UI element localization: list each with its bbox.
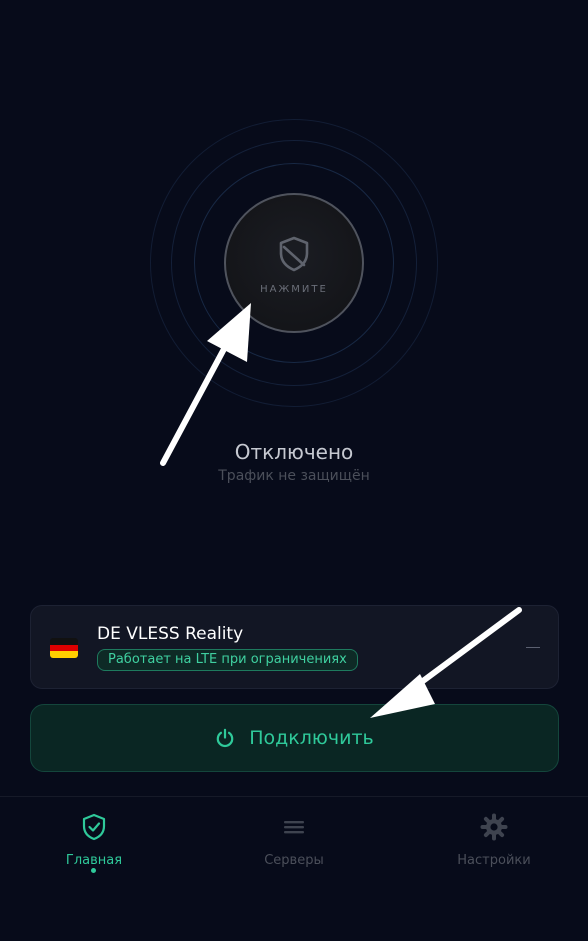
server-status-badge: Работает на LTE при ограничениях bbox=[97, 649, 358, 671]
vpn-toggle-button[interactable]: НАЖМИТЕ bbox=[224, 193, 364, 333]
connect-button[interactable]: Подключить bbox=[30, 704, 559, 772]
shield-check-icon bbox=[82, 813, 106, 841]
nav-item-home[interactable]: Главная bbox=[14, 813, 174, 868]
nav-label-settings: Настройки bbox=[457, 853, 531, 868]
connect-button-label: Подключить bbox=[249, 727, 374, 749]
gear-icon bbox=[480, 813, 508, 841]
nav-label-servers: Серверы bbox=[264, 853, 324, 868]
power-button-label: НАЖМИТЕ bbox=[260, 284, 328, 295]
dash-icon bbox=[526, 647, 540, 648]
active-indicator bbox=[91, 868, 96, 873]
connection-status: Отключено bbox=[234, 440, 354, 464]
server-selector-card[interactable]: DE VLESS Reality Работает на LTE при огр… bbox=[30, 605, 559, 689]
menu-icon bbox=[284, 821, 304, 834]
server-name: DE VLESS Reality bbox=[97, 624, 244, 644]
traffic-status: Трафик не защищён bbox=[218, 468, 370, 484]
shield-slash-icon bbox=[279, 236, 309, 272]
power-icon bbox=[216, 728, 234, 748]
bottom-nav-divider bbox=[0, 796, 588, 797]
nav-item-servers[interactable]: Серверы bbox=[214, 813, 374, 868]
nav-label-home: Главная bbox=[65, 853, 123, 868]
nav-item-settings[interactable]: Настройки bbox=[414, 813, 574, 868]
germany-flag-icon bbox=[50, 638, 78, 658]
